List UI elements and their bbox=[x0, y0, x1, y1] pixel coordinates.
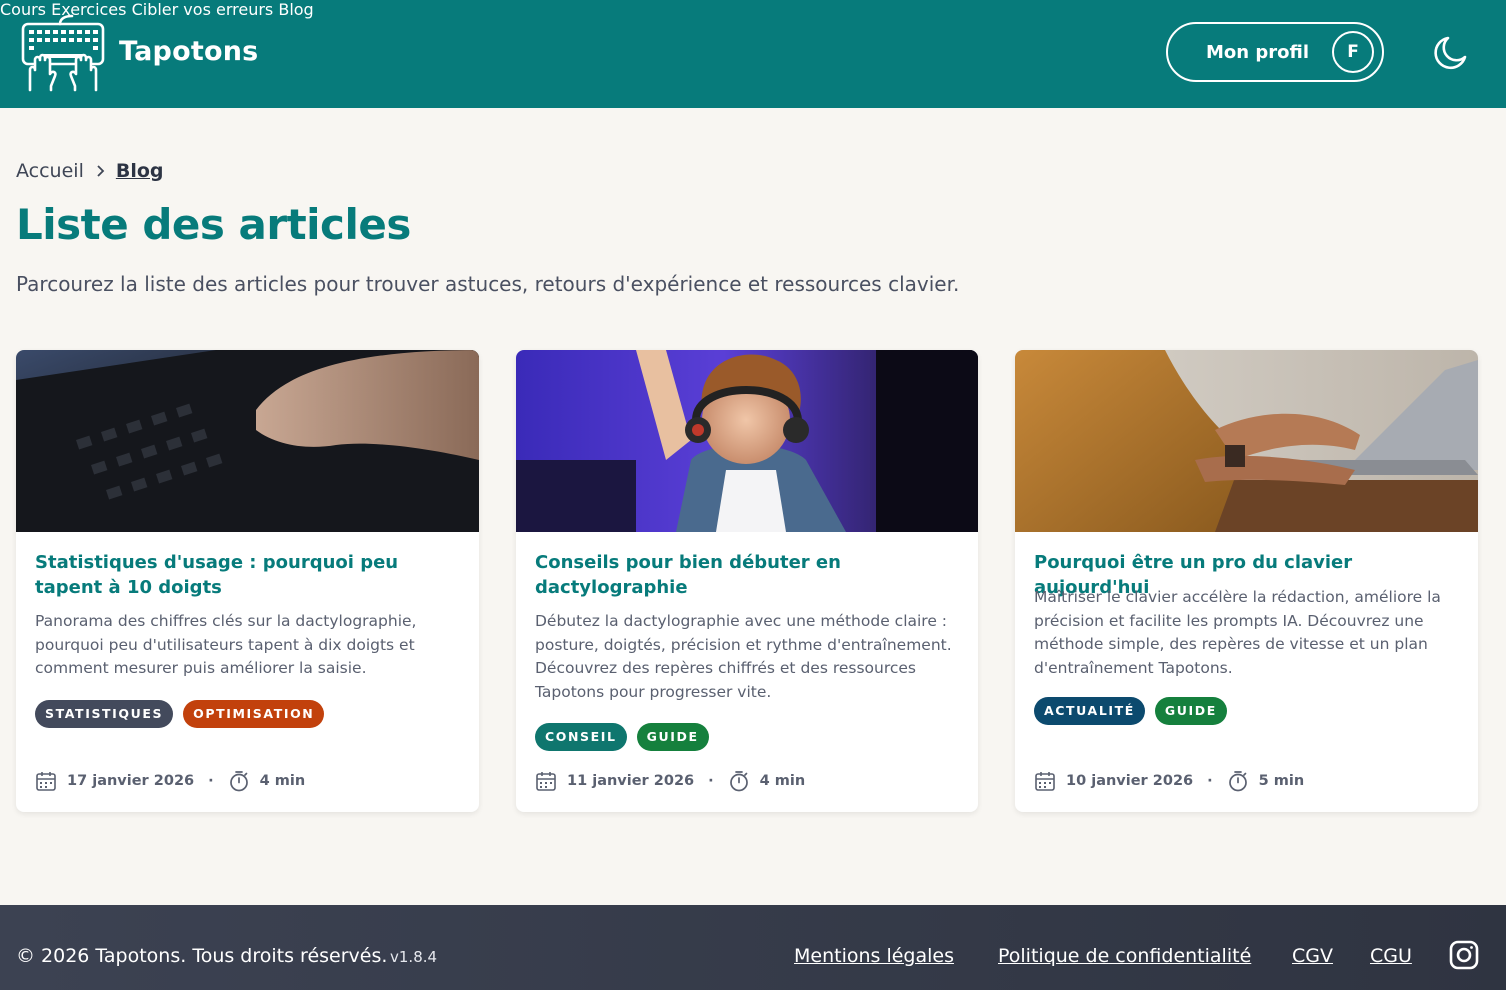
article-excerpt: Panorama des chiffres clés sur la dactyl… bbox=[35, 612, 417, 677]
calendar-icon bbox=[536, 772, 556, 791]
breadcrumb: Accueil Blog bbox=[16, 160, 164, 182]
meta-separator: · bbox=[1207, 773, 1213, 789]
calendar-icon bbox=[1035, 772, 1055, 791]
article-duration: 4 min bbox=[759, 773, 806, 789]
calendar-icon bbox=[36, 772, 56, 791]
article-title[interactable]: Conseils pour bien débuter en dactylogra… bbox=[535, 550, 962, 600]
article-title[interactable]: Statistiques d'usage : pourquoi peu tape… bbox=[35, 550, 463, 600]
tag-statistiques[interactable]: STATISTIQUES bbox=[35, 700, 174, 728]
article-excerpt: Maîtriser le clavier accélère la rédacti… bbox=[1034, 588, 1441, 677]
brand-name[interactable]: Tapotons bbox=[119, 36, 258, 67]
breadcrumb-home[interactable]: Accueil bbox=[16, 160, 84, 182]
article-card[interactable]: Conseils pour bien débuter en dactylogra… bbox=[516, 350, 978, 812]
stopwatch-icon bbox=[229, 771, 248, 792]
footer-link-cgv[interactable]: CGV bbox=[1292, 945, 1333, 967]
article-meta: 10 janvier 2026 · 5 min bbox=[1034, 770, 1304, 792]
avatar: F bbox=[1332, 31, 1374, 73]
article-date: 17 janvier 2026 bbox=[67, 773, 195, 789]
site-header: Tapotons Cours Exercices Cibler vos erre… bbox=[0, 0, 1506, 108]
tag-conseil[interactable]: CONSEIL bbox=[535, 723, 627, 751]
breadcrumb-current[interactable]: Blog bbox=[116, 160, 164, 182]
article-excerpt: Débutez la dactylographie avec une métho… bbox=[535, 612, 952, 701]
moon-icon[interactable] bbox=[1430, 33, 1470, 73]
site-footer: © 2026 Tapotons. Tous droits réservés. v… bbox=[0, 905, 1506, 990]
tag-actualite[interactable]: ACTUALITÉ bbox=[1034, 697, 1145, 725]
stopwatch-icon bbox=[1228, 771, 1247, 792]
chevron-right-icon bbox=[97, 165, 105, 177]
article-image-child-gaming bbox=[516, 350, 978, 532]
app-version: v1.8.4 bbox=[390, 948, 438, 966]
meta-separator: · bbox=[708, 773, 714, 789]
article-meta: 17 janvier 2026 · 4 min bbox=[35, 770, 305, 792]
meta-separator: · bbox=[208, 773, 214, 789]
article-tags: CONSEIL GUIDE bbox=[535, 723, 709, 751]
article-tags: STATISTIQUES OPTIMISATION bbox=[35, 700, 325, 728]
stopwatch-icon bbox=[729, 771, 748, 792]
main-nav: Cours Exercices Cibler vos erreurs Blog bbox=[0, 0, 1506, 19]
tag-guide[interactable]: GUIDE bbox=[1154, 697, 1227, 725]
copyright: © 2026 Tapotons. Tous droits réservés. bbox=[16, 945, 388, 967]
footer-link-cgu[interactable]: CGU bbox=[1370, 945, 1412, 967]
article-meta: 11 janvier 2026 · 4 min bbox=[535, 770, 805, 792]
profile-button-label: Mon profil bbox=[1206, 41, 1309, 63]
article-image-laptop-typing bbox=[1015, 350, 1478, 532]
nav-link-blog[interactable]: Blog bbox=[278, 0, 313, 19]
article-date: 11 janvier 2026 bbox=[567, 773, 695, 789]
nav-link-cibler-erreurs[interactable]: Cibler vos erreurs bbox=[132, 0, 274, 19]
instagram-icon[interactable] bbox=[1449, 940, 1479, 970]
article-duration: 4 min bbox=[259, 773, 306, 789]
article-duration: 5 min bbox=[1258, 773, 1305, 789]
article-tags: ACTUALITÉ GUIDE bbox=[1034, 697, 1227, 725]
tag-guide[interactable]: GUIDE bbox=[636, 723, 709, 751]
article-date: 10 janvier 2026 bbox=[1066, 773, 1194, 789]
page-description: Parcourez la liste des articles pour tro… bbox=[16, 272, 960, 296]
article-image-keyboard-hand bbox=[16, 350, 479, 532]
footer-link-confidentialite[interactable]: Politique de confidentialité bbox=[998, 945, 1251, 967]
profile-button[interactable]: Mon profil F bbox=[1166, 22, 1384, 82]
article-card[interactable]: Statistiques d'usage : pourquoi peu tape… bbox=[16, 350, 479, 812]
article-card[interactable]: Pourquoi être un pro du clavier aujourd'… bbox=[1015, 350, 1478, 812]
keyboard-hands-logo-icon[interactable] bbox=[20, 14, 106, 92]
tag-optimisation[interactable]: OPTIMISATION bbox=[183, 700, 325, 728]
page-title: Liste des articles bbox=[16, 200, 411, 249]
footer-link-mentions-legales[interactable]: Mentions légales bbox=[794, 945, 954, 967]
